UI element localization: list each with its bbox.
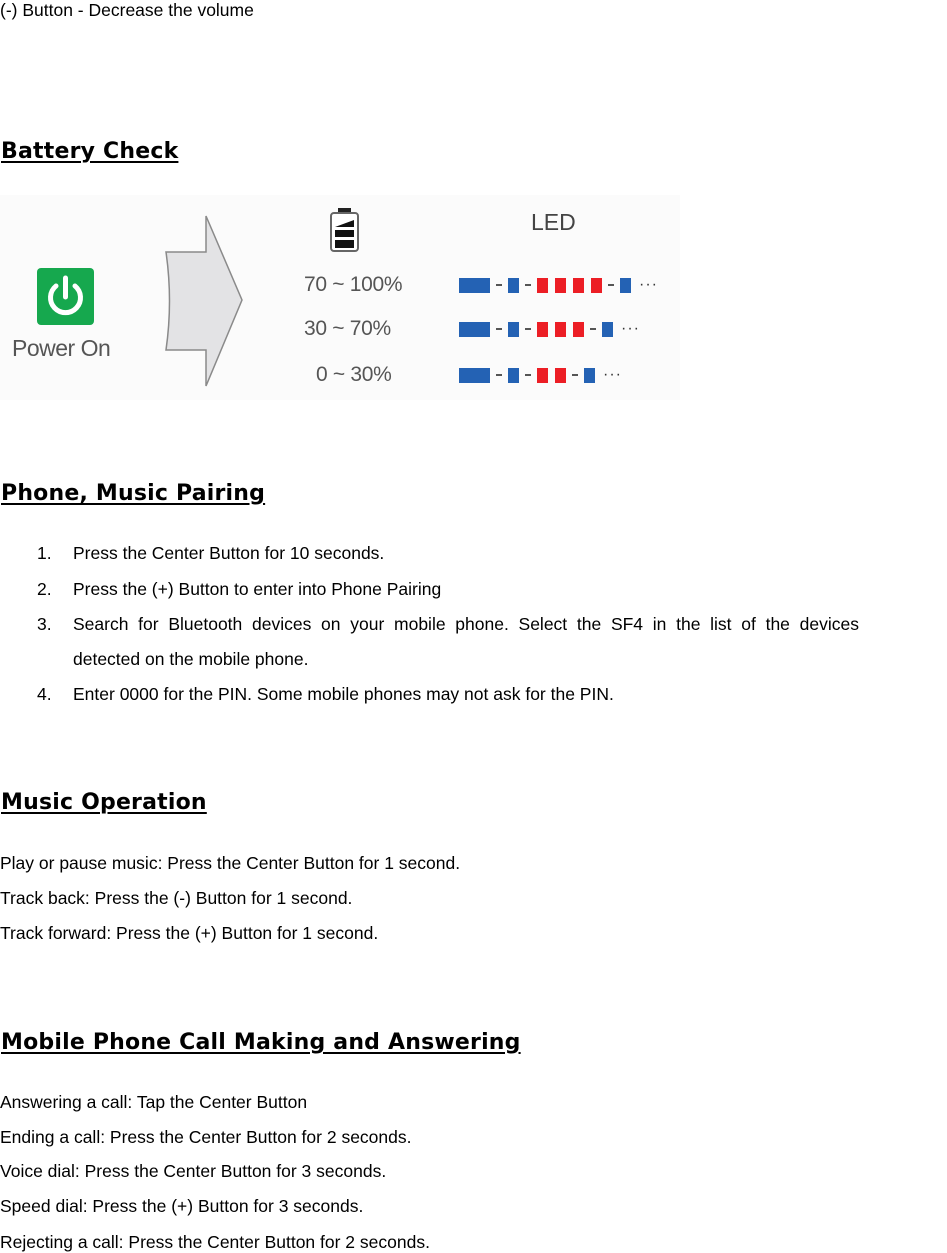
led-pattern: ··· [459,321,640,337]
led-blue [602,321,613,337]
level-range: 30 ~ 70% [304,317,391,340]
dash [496,328,502,330]
dash [572,374,578,376]
battery-check-heading: Battery Check [1,139,179,164]
call-line: Voice dial: Press the Center Button for … [0,1161,387,1181]
level-range: 0 ~ 30% [316,363,392,386]
dash [525,284,531,286]
dash [608,284,614,286]
led-red [537,321,548,337]
step-number: 1. [37,543,52,563]
led-red [555,321,566,337]
led-blue [508,321,519,337]
led-blue [508,367,519,383]
led-red [573,277,584,293]
led-pattern: ··· [459,367,622,383]
call-line: Rejecting a call: Press the Center Butto… [0,1232,430,1252]
dash [496,284,502,286]
music-line: Track back: Press the (-) Button for 1 s… [0,888,353,908]
call-line: Answering a call: Tap the Center Button [0,1092,308,1112]
music-heading: Music Operation [1,790,207,815]
call-line: Ending a call: Press the Center Button f… [0,1127,412,1147]
level-range: 70 ~ 100% [304,273,403,296]
led-red [537,277,548,293]
dash [590,328,596,330]
step-text: Press the Center Button for 10 seconds. [73,543,385,563]
led-red [555,367,566,383]
step-text: Enter 0000 for the PIN. Some mobile phon… [73,684,614,704]
intro-line: (-) Button - Decrease the volume [0,0,254,20]
power-icon [37,268,94,325]
music-line: Play or pause music: Press the Center Bu… [0,853,461,873]
led-red-group [537,367,566,383]
step-number: 3. [37,614,52,634]
call-line: Speed dial: Press the (+) Button for 3 s… [0,1196,364,1216]
dash [525,328,531,330]
calls-heading: Mobile Phone Call Making and Answering [1,1030,521,1055]
led-blue-long [459,277,490,293]
led-title: LED [531,209,576,235]
battery-check-figure: Power On LED 70 ~ 100% ··· 30 ~ 70% ··· … [0,195,680,400]
arrow-right-icon [163,215,245,392]
led-red-group [537,321,584,337]
dash [496,374,502,376]
led-blue [508,277,519,293]
led-blue-long [459,367,490,383]
led-red [573,321,584,337]
music-line: Track forward: Press the (+) Button for … [0,923,379,943]
ellipsis: ··· [621,320,640,337]
led-blue [584,367,595,383]
step-number: 2. [37,579,52,599]
led-red-group [537,277,602,293]
led-red [537,367,548,383]
step-text: Search for Bluetooth devices on your mob… [73,614,859,634]
step-text-continued: detected on the mobile phone. [73,649,309,669]
ellipsis: ··· [639,276,658,293]
led-red [555,277,566,293]
step-text: Press the (+) Button to enter into Phone… [73,579,442,599]
led-red [591,277,602,293]
led-blue [620,277,631,293]
battery-icon [328,207,362,258]
pairing-heading: Phone, Music Pairing [1,481,266,506]
led-blue-long [459,321,490,337]
power-on-label: Power On [12,335,111,361]
led-pattern: ··· [459,277,658,293]
dash [525,374,531,376]
step-number: 4. [37,684,52,704]
ellipsis: ··· [603,366,622,383]
